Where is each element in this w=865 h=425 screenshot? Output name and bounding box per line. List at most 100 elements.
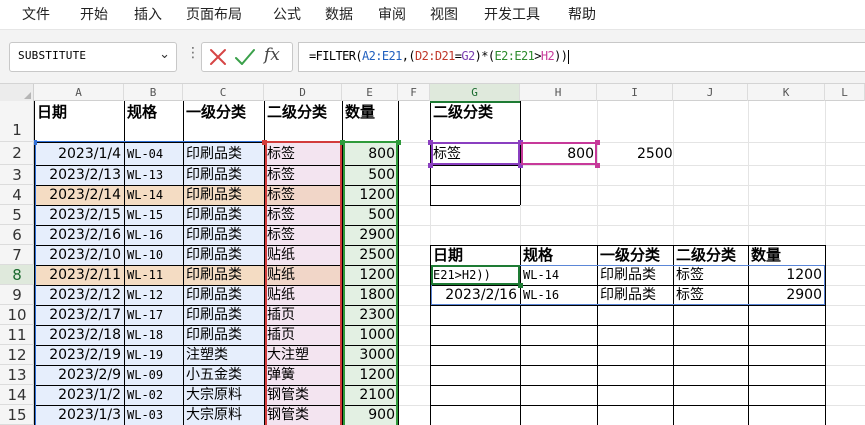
range-handle[interactable] bbox=[396, 140, 401, 145]
active-cell-outline bbox=[431, 265, 520, 285]
column-header-B[interactable]: B bbox=[124, 84, 183, 101]
result-header-cell[interactable]: 二级分类 bbox=[673, 246, 748, 264]
column-header-bar: ABCDEFGHIJKL bbox=[0, 84, 865, 101]
row-header-10[interactable]: 10 bbox=[0, 305, 34, 325]
row-header-4[interactable]: 4 bbox=[0, 185, 34, 205]
more-options-icon[interactable]: ⋮ bbox=[186, 46, 200, 60]
table-border bbox=[398, 101, 399, 425]
formula-part: G2 bbox=[461, 49, 475, 63]
extra-value-cell[interactable]: 2500 bbox=[597, 145, 673, 163]
formula-input[interactable]: =FILTER(A2:E21,(D2:D21=G2)*(E2:E21>H2)) bbox=[298, 42, 865, 72]
formula-part: E2:E21 bbox=[494, 49, 535, 63]
row-header-9[interactable]: 9 bbox=[0, 285, 34, 305]
column-header-C[interactable]: C bbox=[183, 84, 264, 101]
column-header-A[interactable]: A bbox=[34, 84, 124, 101]
range-g-outline bbox=[431, 142, 520, 165]
row-header-6[interactable]: 6 bbox=[0, 225, 34, 245]
cancel-icon[interactable] bbox=[208, 46, 228, 68]
result-header-cell[interactable]: 数量 bbox=[748, 246, 825, 264]
insert-function-icon[interactable]: fx bbox=[264, 45, 280, 65]
column-g-indicator bbox=[430, 101, 520, 103]
formula-bar: SUBSTITUTE ⌄ ⋮ fx =FILTER(A2:E21,(D2:D21… bbox=[0, 30, 865, 84]
column-header-E[interactable]: E bbox=[342, 84, 398, 101]
row-header-14[interactable]: 14 bbox=[0, 385, 34, 405]
formula-part: =FILTER( bbox=[309, 49, 363, 63]
row-header-2[interactable]: 2 bbox=[0, 142, 34, 165]
range-handle[interactable] bbox=[595, 163, 600, 168]
row-header-12[interactable]: 12 bbox=[0, 345, 34, 365]
source-header-cell[interactable]: 一级分类 bbox=[183, 103, 264, 121]
column-header-K[interactable]: K bbox=[748, 84, 825, 101]
column-header-J[interactable]: J bbox=[673, 84, 748, 101]
range-d-outline bbox=[265, 141, 342, 425]
formula-part: )*( bbox=[474, 49, 495, 63]
name-box-value: SUBSTITUTE bbox=[18, 49, 87, 62]
menu-item-2[interactable]: 插入 bbox=[134, 5, 162, 25]
column-header-F[interactable]: F bbox=[398, 84, 430, 101]
source-header-cell[interactable]: 二级分类 bbox=[264, 103, 342, 121]
name-box[interactable]: SUBSTITUTE ⌄ bbox=[9, 42, 177, 72]
row-header-15[interactable]: 15 bbox=[0, 405, 34, 425]
criteria-header-cell[interactable]: 二级分类 bbox=[430, 103, 520, 121]
range-handle[interactable] bbox=[595, 140, 600, 145]
formula-part: H2 bbox=[540, 49, 555, 63]
range-handle[interactable] bbox=[428, 163, 433, 168]
range-handle[interactable] bbox=[262, 140, 267, 145]
menu-item-8[interactable]: 开发工具 bbox=[484, 5, 540, 25]
result-header-cell[interactable]: 日期 bbox=[430, 246, 520, 264]
menu-item-5[interactable]: 数据 bbox=[325, 5, 353, 25]
row-header-1[interactable]: 1 bbox=[0, 101, 34, 142]
range-handle[interactable] bbox=[34, 140, 37, 145]
table-border bbox=[430, 305, 825, 306]
formula-part: A2:E21 bbox=[362, 49, 402, 63]
row-header-7[interactable]: 7 bbox=[0, 245, 34, 265]
table-border bbox=[825, 245, 826, 425]
range-handle[interactable] bbox=[340, 140, 345, 145]
formula-part: )) bbox=[554, 49, 568, 63]
table-border bbox=[430, 325, 825, 326]
source-header-cell[interactable]: 数量 bbox=[342, 103, 398, 121]
column-header-I[interactable]: I bbox=[597, 84, 673, 101]
menu-item-9[interactable]: 帮助 bbox=[568, 5, 596, 25]
formula-part: > bbox=[534, 49, 541, 63]
table-border bbox=[430, 205, 520, 206]
row-header-13[interactable]: 13 bbox=[0, 365, 34, 385]
confirm-icon[interactable] bbox=[234, 46, 256, 68]
row-header-11[interactable]: 11 bbox=[0, 325, 34, 345]
spreadsheet-grid[interactable]: 日期 规格 一级分类 二级分类 数量 2023/1/4 WL-04 印刷品类 标签 800 2023… bbox=[34, 101, 865, 425]
formula-text: =FILTER(A2:E21,(D2:D21=G2)*(E2:E21>H2)) bbox=[309, 49, 570, 64]
result-header-cell[interactable]: 规格 bbox=[520, 246, 597, 264]
row-header-5[interactable]: 5 bbox=[0, 205, 34, 225]
table-border bbox=[430, 165, 520, 166]
range-h-outline bbox=[521, 142, 597, 165]
table-border bbox=[430, 345, 825, 346]
result-header-cell[interactable]: 一级分类 bbox=[597, 246, 673, 264]
column-header-L[interactable]: L bbox=[825, 84, 865, 101]
table-border bbox=[430, 365, 825, 366]
source-header-cell[interactable]: 日期 bbox=[34, 103, 124, 121]
table-border bbox=[430, 405, 825, 406]
range-handle[interactable] bbox=[428, 140, 433, 145]
menu-item-7[interactable]: 视图 bbox=[430, 5, 458, 25]
menu-bar: 文件 开始 插入 页面布局 公式 数据 审阅 视图 开发工具 帮助 bbox=[0, 0, 865, 30]
menu-item-4[interactable]: 公式 bbox=[273, 5, 301, 25]
formula-buttons: fx bbox=[201, 42, 293, 72]
source-header-cell[interactable]: 规格 bbox=[124, 103, 183, 121]
menu-item-0[interactable]: 文件 bbox=[22, 5, 50, 25]
column-header-H[interactable]: H bbox=[520, 84, 597, 101]
menu-item-3[interactable]: 页面布局 bbox=[186, 5, 242, 25]
row-header-bar: 1 2 3 4 5 6 7 8 9 10 11 12 13 14 15 bbox=[0, 101, 34, 425]
formula-part: D2:D21 bbox=[415, 49, 455, 63]
range-handle[interactable] bbox=[518, 283, 523, 288]
menu-item-6[interactable]: 审阅 bbox=[378, 5, 406, 25]
row-header-8[interactable]: 8 bbox=[0, 265, 34, 285]
range-e-outline bbox=[343, 141, 398, 425]
select-all-corner[interactable] bbox=[0, 84, 34, 101]
table-border bbox=[430, 185, 520, 186]
table-border bbox=[430, 245, 825, 246]
column-header-G[interactable]: G bbox=[430, 84, 520, 101]
column-header-D[interactable]: D bbox=[264, 84, 342, 101]
menu-item-1[interactable]: 开始 bbox=[80, 5, 108, 25]
chevron-down-icon[interactable]: ⌄ bbox=[159, 47, 170, 62]
row-header-3[interactable]: 3 bbox=[0, 165, 34, 185]
